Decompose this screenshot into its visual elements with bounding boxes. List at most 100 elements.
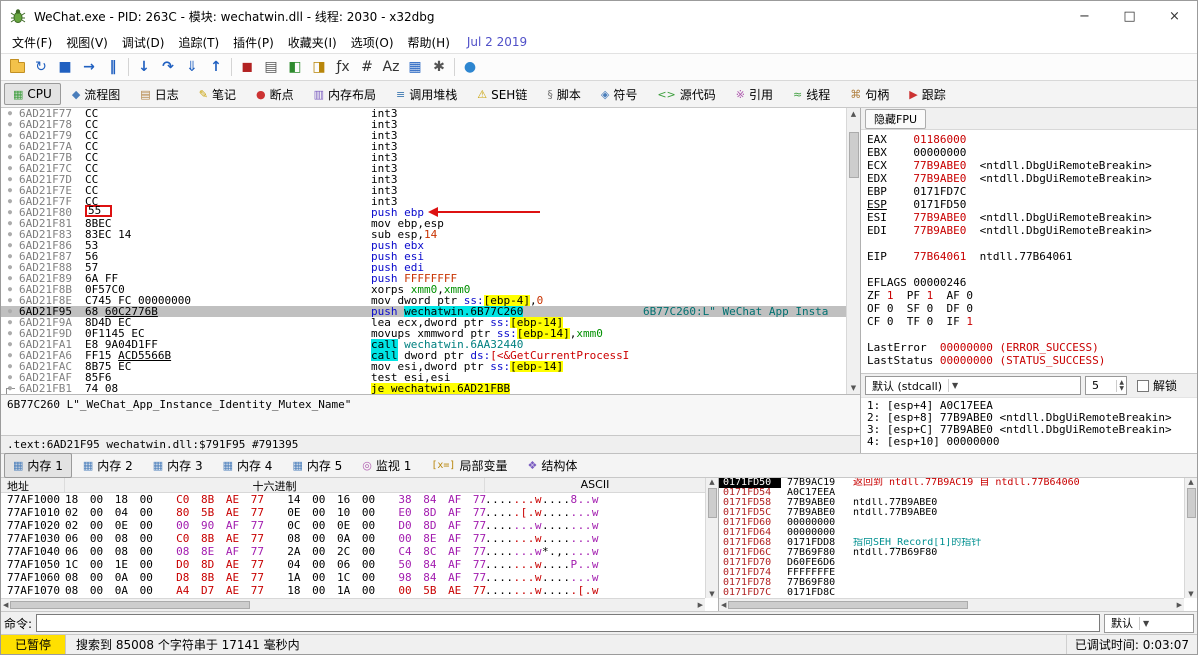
register-row[interactable] (867, 328, 1191, 341)
scroll-down-icon[interactable]: ▼ (851, 382, 856, 394)
breakpoint-dot[interactable]: ● (1, 284, 19, 295)
menu-options[interactable]: 选项(O) (344, 32, 401, 53)
tab-threads[interactable]: ≈ 线程 (784, 82, 839, 107)
scrollbar-thumb[interactable] (728, 601, 969, 609)
disassembly-scrollbar[interactable]: ▲ ▼ (846, 108, 860, 394)
disasm-row[interactable]: ● 6AD21F78 CC int3 (1, 119, 846, 130)
disasm-row[interactable]: ● 6AD21F86 53 push ebx (1, 240, 846, 251)
breakpoint-dot[interactable]: ● (1, 339, 19, 350)
tab-references[interactable]: ※ 引用 (727, 82, 782, 107)
registers-list[interactable]: EAX 01186000 EBX 00000000 ECX 77B9ABE0 <nt… (861, 130, 1197, 373)
register-row[interactable]: LastStatus 00000000 (STATUS_SUCCESS) (867, 354, 1191, 367)
disasm-row[interactable]: ● 6AD21F7B CC int3 (1, 152, 846, 163)
calling-convention-select[interactable]: 默认 (stdcall) ▼ (865, 376, 1081, 395)
arguments-list[interactable]: 1: [esp+4] A0C17EEA 2: [esp+8] 77B9ABE0 <… (861, 397, 1197, 453)
register-row[interactable]: EBX 00000000 (867, 146, 1191, 159)
minimize-button[interactable]: − (1062, 1, 1107, 31)
settings-button[interactable]: ✱ (427, 56, 451, 78)
scrollbar-thumb[interactable] (10, 601, 251, 609)
tab-dump-2[interactable]: ▦ 内存 2 (74, 453, 142, 478)
breakpoint-dot[interactable]: ● (1, 251, 19, 262)
functions-button[interactable]: ƒx (331, 56, 355, 78)
breakpoint-dot[interactable]: ● (1, 306, 19, 317)
register-row[interactable] (867, 263, 1191, 276)
tab-trace-view[interactable]: ▶ 跟踪 (900, 82, 954, 107)
breakpoint-dot[interactable]: ● (1, 163, 19, 174)
dump-row[interactable]: 77AF1040 06 00 08 00 08 8E AF 77 2A 00 2C… (1, 545, 705, 558)
tab-struct[interactable]: ❖ 结构体 (518, 453, 586, 478)
pause-button[interactable]: ‖ (101, 56, 125, 78)
breakpoint-dot[interactable]: ● (1, 218, 19, 229)
breakpoint-dot[interactable]: ● (1, 141, 19, 152)
menu-view[interactable]: 视图(V) (59, 32, 115, 53)
step-out-button[interactable]: ↑ (204, 56, 228, 78)
scroll-up-icon[interactable]: ▲ (851, 108, 856, 120)
dump-row[interactable]: 77AF1020 02 00 0E 00 00 90 AF 77 0C 00 0E… (1, 519, 705, 532)
unlock-checkbox[interactable]: 解锁 (1137, 377, 1177, 394)
breakpoint-dot[interactable]: ● (1, 240, 19, 251)
tab-dump-4[interactable]: ▦ 内存 4 (214, 453, 282, 478)
tab-cpu[interactable]: ▦ CPU (4, 83, 61, 105)
disasm-row[interactable]: ● 6AD21F7A CC int3 (1, 141, 846, 152)
tab-call-stack[interactable]: ≡ 调用堆栈 (387, 82, 466, 107)
breakpoint-dot[interactable]: ● (1, 152, 19, 163)
menu-help[interactable]: 帮助(H) (401, 32, 457, 53)
dump-rows[interactable]: 77AF1000 18 00 18 00 C0 8B AE 77 14 00 16… (1, 493, 705, 610)
tab-breakpoints[interactable]: ● 断点 (247, 82, 303, 107)
disasm-row[interactable]: ● 6AD21F7C CC int3 (1, 163, 846, 174)
disasm-row[interactable]: ● 6AD21F7D CC int3 (1, 174, 846, 185)
scrollbar-thumb[interactable] (707, 488, 717, 518)
register-row[interactable]: ESP 0171FD50 (867, 198, 1191, 211)
scroll-right-icon[interactable]: ▶ (1177, 601, 1182, 609)
disasm-row[interactable]: ● 6AD21F89 6A FF push FFFFFFFF (1, 273, 846, 284)
command-input[interactable] (36, 614, 1100, 632)
log-window-button[interactable]: ▤ (259, 56, 283, 78)
tab-script[interactable]: § 脚本 (538, 82, 590, 107)
register-row[interactable]: EAX 01186000 (867, 133, 1191, 146)
scroll-down-icon[interactable]: ▼ (1188, 590, 1193, 598)
strings-button[interactable]: Az (379, 56, 403, 78)
stack-vscrollbar[interactable]: ▲ ▼ (1184, 478, 1197, 598)
register-row[interactable]: OF 0 SF 0 DF 0 (867, 302, 1191, 315)
tab-log[interactable]: ▤ 日志 (131, 82, 187, 107)
disasm-row[interactable]: ● 6AD21F80 55 push ebp (1, 205, 846, 218)
disasm-row[interactable]: ● 6AD21F79 CC int3 (1, 130, 846, 141)
disasm-row[interactable]: ● 6AD21F7E CC int3 (1, 185, 846, 196)
stack-rows[interactable]: 0171FD50 77B9AC19 返回到 ntdll.77B9AC19 自 n… (719, 478, 1184, 598)
breakpoint-dot[interactable]: ● (1, 185, 19, 196)
step-over-button[interactable]: ↷ (156, 56, 180, 78)
scroll-left-icon[interactable]: ◀ (721, 601, 726, 609)
argument-row[interactable]: 4: [esp+10] 00000000 (867, 436, 1191, 448)
arg-count-spinner[interactable]: 5 ▲ ▼ (1085, 376, 1127, 395)
disasm-row[interactable]: ● 6AD21FAF 85F6 test esi,esi (1, 372, 846, 383)
tab-graph[interactable]: ◆ 流程图 (63, 82, 129, 107)
dump-row[interactable]: 77AF1060 08 00 0A 00 D8 8B AE 77 1A 00 1C… (1, 571, 705, 584)
hash-button[interactable]: # (355, 56, 379, 78)
register-row[interactable]: EBP 0171FD7C (867, 185, 1191, 198)
breakpoint-dot[interactable]: ● (1, 229, 19, 240)
register-row[interactable] (867, 237, 1191, 250)
dump-row[interactable]: 77AF1000 18 00 18 00 C0 8B AE 77 14 00 16… (1, 493, 705, 506)
dump-row[interactable]: 77AF1050 1C 00 1E 00 D0 8D AE 77 04 00 06… (1, 558, 705, 571)
tab-locals[interactable]: [x=] 局部变量 (422, 453, 516, 478)
register-row[interactable]: EFLAGS 00000246 (867, 276, 1191, 289)
disasm-row[interactable]: ● 6AD21F83 83EC 14 sub esp,14 (1, 229, 846, 240)
disasm-row[interactable]: ● 6AD21FB1 74 08 je wechatwin.6AD21FBB (1, 383, 846, 394)
assistant-chat-button[interactable]: ● (458, 56, 482, 78)
tab-source[interactable]: <> 源代码 (648, 82, 724, 107)
dump-vscrollbar[interactable]: ▲ ▼ (705, 478, 718, 598)
tab-memory-map[interactable]: ▥ 内存布局 (305, 82, 385, 107)
menu-trace[interactable]: 追踪(T) (171, 32, 226, 53)
tab-watch-1[interactable]: ◎ 监视 1 (353, 453, 420, 478)
disasm-row[interactable]: ● 6AD21F77 CC int3 (1, 108, 846, 119)
tab-seh[interactable]: ⚠ SEH链 (468, 82, 536, 107)
scroll-left-icon[interactable]: ◀ (3, 601, 8, 609)
patches-button[interactable]: ◧ (283, 56, 307, 78)
disassembly-view[interactable]: ● 6AD21F77 CC int3 ● 6AD21F78 CC int3 ● 6AD21F79 C… (1, 108, 846, 394)
breakpoint-dot[interactable]: ● (1, 295, 19, 306)
close-button[interactable]: × (1152, 1, 1197, 31)
stop-button[interactable]: ■ (53, 56, 77, 78)
open-file-button[interactable] (5, 56, 29, 78)
trace-coverage-button[interactable]: ◼ (235, 56, 259, 78)
scrollbar-thumb[interactable] (848, 132, 859, 178)
